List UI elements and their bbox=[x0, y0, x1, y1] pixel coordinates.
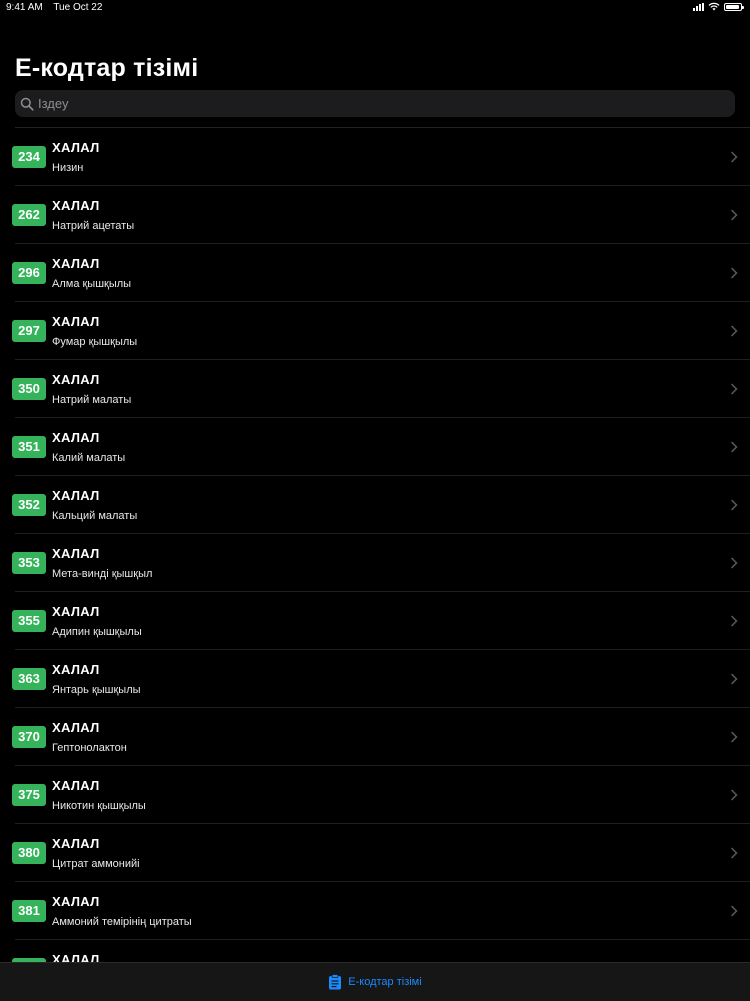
list-item[interactable]: 381 ХАЛАЛ Аммоний темірінің цитраты bbox=[12, 882, 750, 940]
additive-name: Адипин қышқылы bbox=[52, 626, 142, 638]
list-item[interactable]: 351 ХАЛАЛ Калий малаты bbox=[12, 418, 750, 476]
tab-label: Е-кодтар тізімі bbox=[348, 976, 422, 988]
code-badge: 297 bbox=[12, 320, 46, 342]
list-item[interactable]: 262 ХАЛАЛ Натрий ацетаты bbox=[12, 186, 750, 244]
halal-status: ХАЛАЛ bbox=[52, 604, 100, 619]
status-bar: 9:41 AM Tue Oct 22 bbox=[0, 0, 750, 16]
code-badge: 380 bbox=[12, 842, 46, 864]
additive-name: Натрий малаты bbox=[52, 394, 132, 406]
status-date: Tue Oct 22 bbox=[53, 2, 103, 13]
halal-status: ХАЛАЛ bbox=[52, 836, 100, 851]
status-left: 9:41 AM Tue Oct 22 bbox=[6, 2, 110, 13]
tab-bar: Е-кодтар тізімі bbox=[0, 962, 750, 1001]
halal-status: ХАЛАЛ bbox=[52, 488, 100, 503]
chevron-right-icon bbox=[730, 731, 738, 743]
list-item[interactable]: 375 ХАЛАЛ Никотин қышқылы bbox=[12, 766, 750, 824]
halal-status: ХАЛАЛ bbox=[52, 546, 100, 561]
additive-name: Янтарь қышқылы bbox=[52, 684, 141, 696]
signal-icon bbox=[693, 2, 704, 11]
chevron-right-icon bbox=[730, 209, 738, 221]
halal-status: ХАЛАЛ bbox=[52, 256, 100, 271]
list-item[interactable]: 297 ХАЛАЛ Фумар қышқылы bbox=[12, 302, 750, 360]
code-badge: 352 bbox=[12, 494, 46, 516]
halal-status: ХАЛАЛ bbox=[52, 314, 100, 329]
chevron-right-icon bbox=[730, 615, 738, 627]
additive-name: Гептонолактон bbox=[52, 742, 127, 754]
search-input[interactable] bbox=[38, 96, 735, 111]
halal-status: ХАЛАЛ bbox=[52, 720, 100, 735]
list-item[interactable]: 355 ХАЛАЛ Адипин қышқылы bbox=[12, 592, 750, 650]
list-item[interactable]: 352 ХАЛАЛ Кальций малаты bbox=[12, 476, 750, 534]
code-badge: 296 bbox=[12, 262, 46, 284]
code-badge: 262 bbox=[12, 204, 46, 226]
search-icon bbox=[20, 97, 34, 111]
chevron-right-icon bbox=[730, 847, 738, 859]
additive-name: Низин bbox=[52, 162, 84, 174]
code-badge: 353 bbox=[12, 552, 46, 574]
additive-name: Натрий ацетаты bbox=[52, 220, 135, 232]
additive-name: Никотин қышқылы bbox=[52, 800, 146, 812]
chevron-right-icon bbox=[730, 557, 738, 569]
list-item[interactable]: 380 ХАЛАЛ Цитрат аммонийі bbox=[12, 824, 750, 882]
code-badge: 381 bbox=[12, 900, 46, 922]
chevron-right-icon bbox=[730, 383, 738, 395]
code-badge: 375 bbox=[12, 784, 46, 806]
additive-name: Мета-винді қышқыл bbox=[52, 568, 153, 580]
list-item[interactable]: 296 ХАЛАЛ Алма қышқылы bbox=[12, 244, 750, 302]
additive-name: Цитрат аммонийі bbox=[52, 858, 140, 870]
list-item[interactable]: 370 ХАЛАЛ Гептонолактон bbox=[12, 708, 750, 766]
list-item[interactable]: 363 ХАЛАЛ Янтарь қышқылы bbox=[12, 650, 750, 708]
additive-name: Аммоний темірінің цитраты bbox=[52, 916, 192, 928]
list-item[interactable]: 350 ХАЛАЛ Натрий малаты bbox=[12, 360, 750, 418]
halal-status: ХАЛАЛ bbox=[52, 372, 100, 387]
code-badge: 370 bbox=[12, 726, 46, 748]
code-badge: 351 bbox=[12, 436, 46, 458]
wifi-icon bbox=[708, 2, 720, 11]
chevron-right-icon bbox=[730, 325, 738, 337]
code-badge: 350 bbox=[12, 378, 46, 400]
e-code-list: 234 ХАЛАЛ Низин 262 ХАЛАЛ Натрий ацетаты… bbox=[12, 127, 750, 998]
chevron-right-icon bbox=[730, 789, 738, 801]
status-time: 9:41 AM bbox=[6, 2, 43, 13]
additive-name: Фумар қышқылы bbox=[52, 336, 138, 348]
additive-name: Кальций малаты bbox=[52, 510, 138, 522]
status-right bbox=[693, 2, 744, 11]
additive-name: Калий малаты bbox=[52, 452, 126, 464]
halal-status: ХАЛАЛ bbox=[52, 662, 100, 677]
list-clipboard-icon bbox=[329, 974, 342, 990]
code-badge: 355 bbox=[12, 610, 46, 632]
chevron-right-icon bbox=[730, 499, 738, 511]
code-badge: 234 bbox=[12, 146, 46, 168]
halal-status: ХАЛАЛ bbox=[52, 778, 100, 793]
battery-icon bbox=[724, 2, 744, 11]
page-title: Е-кодтар тізімі bbox=[15, 54, 199, 82]
list-item[interactable]: 234 ХАЛАЛ Низин bbox=[12, 128, 750, 186]
chevron-right-icon bbox=[730, 151, 738, 163]
halal-status: ХАЛАЛ bbox=[52, 430, 100, 445]
code-badge: 363 bbox=[12, 668, 46, 690]
halal-status: ХАЛАЛ bbox=[52, 140, 100, 155]
chevron-right-icon bbox=[730, 267, 738, 279]
tab-e-code-list[interactable]: Е-кодтар тізімі bbox=[328, 974, 422, 990]
chevron-right-icon bbox=[730, 905, 738, 917]
search-bar[interactable] bbox=[15, 90, 735, 117]
chevron-right-icon bbox=[730, 673, 738, 685]
chevron-right-icon bbox=[730, 441, 738, 453]
halal-status: ХАЛАЛ bbox=[52, 198, 100, 213]
halal-status: ХАЛАЛ bbox=[52, 894, 100, 909]
additive-name: Алма қышқылы bbox=[52, 278, 132, 290]
list-item[interactable]: 353 ХАЛАЛ Мета-винді қышқыл bbox=[12, 534, 750, 592]
